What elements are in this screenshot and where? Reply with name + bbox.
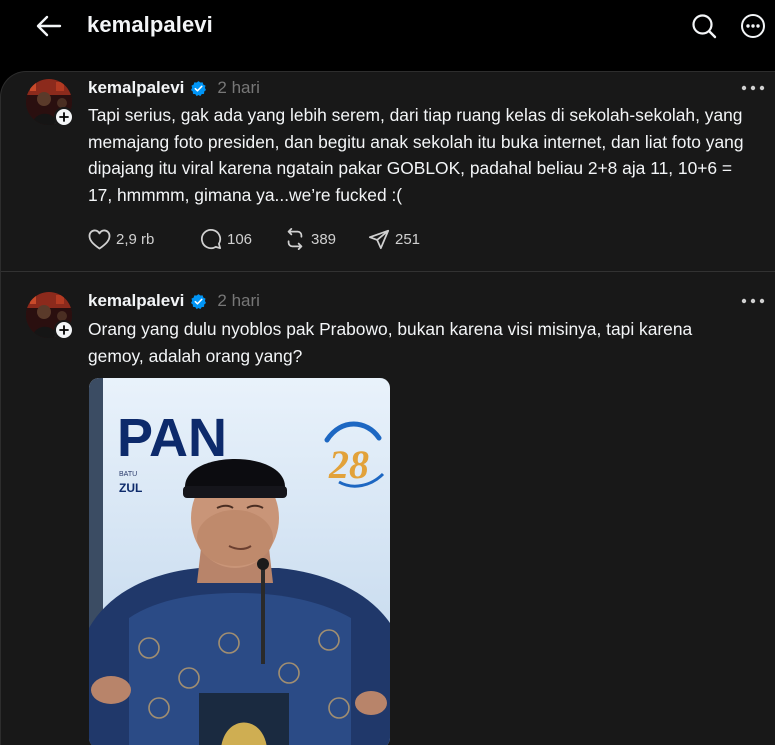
post-header: kemalpalevi 2 hari [88, 290, 260, 312]
like-button[interactable]: 2,9 rb [88, 229, 200, 250]
heart-icon [88, 229, 111, 249]
comment-icon [201, 229, 222, 250]
search-icon [692, 14, 717, 39]
thread-feed[interactable]: kemalpalevi 2 hari Tapi serius, gak ada … [0, 71, 775, 745]
follow-button[interactable] [54, 107, 74, 127]
username[interactable]: kemalpalevi [88, 78, 184, 98]
back-button[interactable] [34, 12, 64, 40]
media-small-text: BATU [119, 471, 137, 478]
repost-icon [287, 228, 303, 250]
post-header: kemalpalevi 2 hari [88, 77, 260, 99]
more-horizontal-icon [741, 85, 765, 91]
post-more-button[interactable] [738, 291, 768, 311]
top-bar: kemalpalevi [0, 0, 775, 52]
post-text: Tapi serius, gak ada yang lebih serem, d… [88, 105, 744, 205]
share-button[interactable]: 251 [368, 228, 420, 250]
verified-badge-icon [190, 80, 207, 97]
post[interactable]: kemalpalevi 2 hari Tapi serius, gak ada … [1, 72, 775, 272]
media-sub-text: ZUL [119, 481, 142, 495]
avatar-wrapper[interactable] [26, 292, 74, 340]
post[interactable]: kemalpalevi 2 hari Orang yang dulu nyobl… [1, 272, 775, 745]
send-icon [368, 229, 390, 250]
media-logo-text: PAN [117, 408, 227, 468]
page-title: kemalpalevi [87, 12, 213, 37]
verified-badge-icon [190, 293, 207, 310]
more-circle-icon [741, 14, 765, 38]
media-badge-number: 28 [328, 442, 369, 487]
arrow-left-icon [36, 15, 62, 37]
post-media-video[interactable]: PAN BATU ZUL N 28 [89, 378, 390, 745]
follow-button[interactable] [54, 320, 74, 340]
more-horizontal-icon [741, 298, 765, 304]
post-timestamp[interactable]: 2 hari [217, 291, 260, 311]
reply-button[interactable]: 106 [200, 228, 284, 250]
reply-count: 106 [227, 230, 253, 248]
post-more-button[interactable] [738, 78, 768, 98]
post-timestamp[interactable]: 2 hari [217, 78, 260, 98]
username[interactable]: kemalpalevi [88, 291, 184, 311]
repost-count: 389 [311, 230, 337, 248]
plus-icon [59, 112, 69, 122]
avatar-wrapper[interactable] [26, 79, 74, 127]
repost-button[interactable]: 389 [284, 228, 368, 250]
search-button[interactable] [690, 12, 718, 40]
share-count: 251 [395, 230, 421, 248]
video-thumbnail: PAN BATU ZUL N 28 [89, 378, 390, 745]
more-options-button[interactable] [739, 12, 767, 40]
post-actions: 2,9 rb 106 389 251 [88, 225, 420, 253]
plus-icon [59, 325, 69, 335]
like-count: 2,9 rb [116, 230, 155, 248]
post-text: Orang yang dulu nyoblos pak Prabowo, buk… [88, 319, 693, 366]
